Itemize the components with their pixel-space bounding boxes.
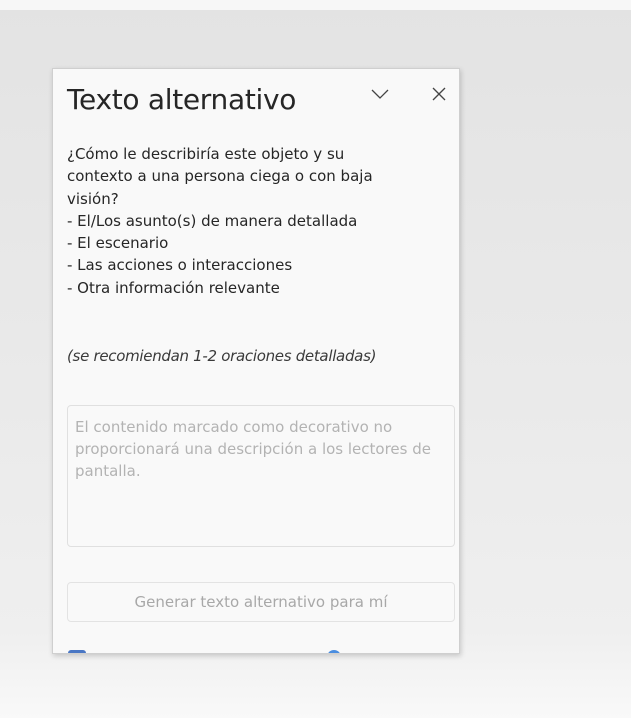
description-bullet-other: - Otra información relevante	[67, 278, 280, 297]
description-question-line-1: ¿Cómo le describiría este objeto y su	[67, 145, 345, 163]
alt-text-pane: Texto alternativo ¿Cómo le describiría e…	[52, 68, 460, 654]
description-bullet-setting: - El escenario	[67, 234, 169, 253]
description: ¿Cómo le describiría este objeto y su co…	[67, 143, 451, 299]
close-icon	[432, 87, 446, 101]
description-bullet-subjects: - El/Los asunto(s) de manera detallada	[67, 211, 358, 230]
collapse-pane-button[interactable]	[367, 81, 393, 107]
pane-title: Texto alternativo	[67, 83, 297, 116]
close-pane-button[interactable]	[426, 81, 452, 107]
recommendation-hint: (se recomiendan 1-2 oraciones detalladas…	[67, 347, 377, 365]
description-question-line-2: contexto a una persona ciega o con baja	[67, 167, 373, 186]
top-strip	[0, 0, 631, 10]
decorative-checkbox[interactable]	[68, 650, 86, 653]
description-bullet-actions: - Las acciones o interacciones	[67, 256, 293, 275]
chevron-down-icon	[371, 89, 389, 99]
alt-text-input[interactable]	[67, 405, 455, 547]
generate-alt-text-button[interactable]: Generar texto alternativo para mí	[67, 582, 455, 622]
description-question-line-3: visión?	[67, 189, 119, 208]
info-icon[interactable]	[327, 650, 341, 653]
